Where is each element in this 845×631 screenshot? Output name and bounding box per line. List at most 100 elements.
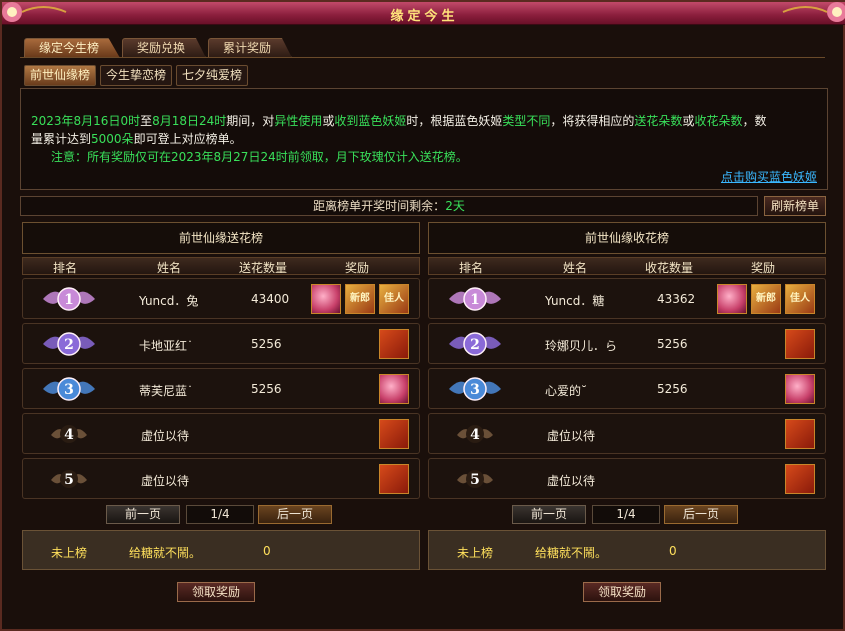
flower-count: 5256 bbox=[657, 337, 688, 351]
column-header: 收花数量 bbox=[645, 261, 694, 275]
title-bar: 缘定今生 bbox=[2, 2, 845, 25]
reward-chest-icon[interactable] bbox=[379, 329, 409, 359]
reward-chest-icon[interactable] bbox=[785, 419, 815, 449]
rank-badge-icon: 1 bbox=[43, 287, 95, 311]
info-text: 量累计达到 bbox=[31, 132, 92, 146]
info-text: 至 bbox=[140, 114, 153, 128]
rank-badge-icon: 1 bbox=[449, 287, 501, 311]
refresh-ranking-button[interactable]: 刷新榜单 bbox=[764, 196, 826, 216]
prev-page-button[interactable]: 前一页 bbox=[106, 505, 180, 524]
reward-chest-icon[interactable] bbox=[785, 464, 815, 494]
table-row: 2 玲娜贝儿．ら 5256 bbox=[428, 323, 826, 364]
column-header-row: 排名 姓名 收花数量 奖励 bbox=[428, 257, 826, 275]
info-text: 或 bbox=[682, 114, 695, 128]
pagination: 前一页 1/4 后一页 bbox=[428, 505, 826, 525]
flower-ornament-icon bbox=[782, 2, 845, 22]
rank-badge-icon: 2 bbox=[43, 332, 95, 356]
reward-title-icon[interactable]: 佳人 bbox=[785, 284, 815, 314]
rank-number: 3 bbox=[64, 382, 74, 398]
rank-number: 4 bbox=[64, 427, 74, 443]
info-text: 8月18日24时 bbox=[152, 114, 227, 128]
player-name: Yuncd．兔 bbox=[139, 294, 199, 308]
main-window: 缘定今生 缘定今生榜 奖励兑换 累计奖励 前世仙缘榜 今生挚恋榜 七夕纯爱榜 2… bbox=[0, 0, 845, 631]
info-text: 收花朵数 bbox=[694, 114, 743, 128]
info-text: ，数 bbox=[742, 114, 767, 128]
flower-count: 43400 bbox=[251, 292, 290, 306]
my-ranking-row: 未上榜 给糖就不鬧。 0 bbox=[22, 530, 420, 570]
column-header-row: 排名 姓名 送花数量 奖励 bbox=[22, 257, 420, 275]
tab-cumulative-reward[interactable]: 累计奖励 bbox=[208, 38, 293, 58]
player-name: Yuncd．糖 bbox=[545, 294, 605, 308]
event-note: 注意：所有奖励仅可在2023年8月27日24时前领取，月下玫瑰仅计入送花榜。 bbox=[51, 150, 468, 164]
table-row: 4 虚位以待 bbox=[428, 413, 826, 454]
column-header: 排名 bbox=[53, 261, 78, 275]
column-header: 排名 bbox=[459, 261, 484, 275]
reward-chest-icon[interactable] bbox=[785, 374, 815, 404]
rank-badge-icon: 2 bbox=[449, 332, 501, 356]
rank-badge-icon: 5 bbox=[51, 470, 87, 488]
table-row: 2 卡地亚红˙ 5256 bbox=[22, 323, 420, 364]
info-text: 送花朵数 bbox=[634, 114, 683, 128]
player-name: 卡地亚红˙ bbox=[139, 339, 194, 353]
rank-badge-icon: 5 bbox=[457, 470, 493, 488]
info-text: 异性使用 bbox=[274, 114, 323, 128]
table-row: 4 虚位以待 bbox=[22, 413, 420, 454]
countdown-bar: 距离榜单开奖时间剩余：2天 bbox=[20, 196, 758, 216]
rank-number: 5 bbox=[470, 472, 480, 488]
window-title: 缘定今生 bbox=[390, 9, 459, 24]
buy-blue-enchantress-link[interactable]: 点击购买蓝色妖姬 bbox=[721, 168, 817, 185]
tab-reward-exchange[interactable]: 奖励兑换 bbox=[122, 38, 207, 58]
next-page-button[interactable]: 后一页 bbox=[258, 505, 332, 524]
claim-reward-button[interactable]: 领取奖励 bbox=[583, 582, 661, 602]
column-header: 姓名 bbox=[157, 261, 182, 275]
column-header: 送花数量 bbox=[239, 261, 288, 275]
player-name: 虚位以待 bbox=[547, 429, 596, 443]
reward-flower-chest-icon[interactable] bbox=[717, 284, 747, 314]
tab-qixi-ranking[interactable]: 七夕纯爱榜 bbox=[176, 65, 249, 86]
main-tabs: 缘定今生榜 奖励兑换 累计奖励 bbox=[24, 38, 293, 58]
tab-divider bbox=[20, 57, 825, 58]
rank-number: 5 bbox=[64, 472, 74, 488]
rank-badge-icon: 4 bbox=[51, 425, 87, 443]
info-text: ，将获得相应的 bbox=[550, 114, 635, 128]
table-row: 1 Yuncd．糖 43362 新郎 佳人 bbox=[428, 278, 826, 319]
player-name: 虚位以待 bbox=[547, 474, 596, 488]
sub-tabs: 前世仙缘榜 今生挚恋榜 七夕纯爱榜 bbox=[24, 65, 249, 86]
page-indicator: 1/4 bbox=[592, 505, 660, 524]
reward-title-icon[interactable]: 佳人 bbox=[379, 284, 409, 314]
rank-number: 1 bbox=[470, 292, 480, 308]
flower-count: 5256 bbox=[251, 382, 282, 396]
player-name: 虚位以待 bbox=[141, 474, 190, 488]
reward-title-icon[interactable]: 新郎 bbox=[345, 284, 375, 314]
reward-chest-icon[interactable] bbox=[379, 374, 409, 404]
my-rank-status: 未上榜 bbox=[457, 546, 494, 560]
table-row: 1 Yuncd．兔 43400 新郎 佳人 bbox=[22, 278, 420, 319]
reward-chest-icon[interactable] bbox=[379, 419, 409, 449]
rank-badge-icon: 4 bbox=[457, 425, 493, 443]
tab-past-life-ranking[interactable]: 前世仙缘榜 bbox=[24, 65, 97, 86]
info-text: 类型不同 bbox=[502, 114, 551, 128]
my-ranking-row: 未上榜 给糖就不鬧。 0 bbox=[428, 530, 826, 570]
info-text: 或 bbox=[322, 114, 335, 128]
my-count: 0 bbox=[263, 544, 271, 558]
rank-number: 4 bbox=[470, 427, 480, 443]
player-name: 心爱的˘ bbox=[545, 384, 588, 398]
rank-number: 1 bbox=[64, 292, 74, 308]
pagination: 前一页 1/4 后一页 bbox=[22, 505, 420, 525]
rank-number: 2 bbox=[64, 337, 74, 353]
table-row: 5 虚位以待 bbox=[428, 458, 826, 499]
table-row: 3 心爱的˘ 5256 bbox=[428, 368, 826, 409]
reward-chest-icon[interactable] bbox=[379, 464, 409, 494]
column-header: 奖励 bbox=[345, 261, 370, 275]
event-info-box: 2023年8月16日0时至8月18日24时期间，对异性使用或收到蓝色妖姬时，根据… bbox=[20, 88, 828, 190]
prev-page-button[interactable]: 前一页 bbox=[512, 505, 586, 524]
tab-yuanding-ranking[interactable]: 缘定今生榜 bbox=[24, 38, 121, 58]
next-page-button[interactable]: 后一页 bbox=[664, 505, 738, 524]
reward-chest-icon[interactable] bbox=[785, 329, 815, 359]
reward-title-icon[interactable]: 新郎 bbox=[751, 284, 781, 314]
my-rank-status: 未上榜 bbox=[51, 546, 88, 560]
panel-title: 前世仙缘送花榜 bbox=[22, 222, 420, 254]
tab-this-life-ranking[interactable]: 今生挚恋榜 bbox=[100, 65, 173, 86]
claim-reward-button[interactable]: 领取奖励 bbox=[177, 582, 255, 602]
reward-flower-chest-icon[interactable] bbox=[311, 284, 341, 314]
